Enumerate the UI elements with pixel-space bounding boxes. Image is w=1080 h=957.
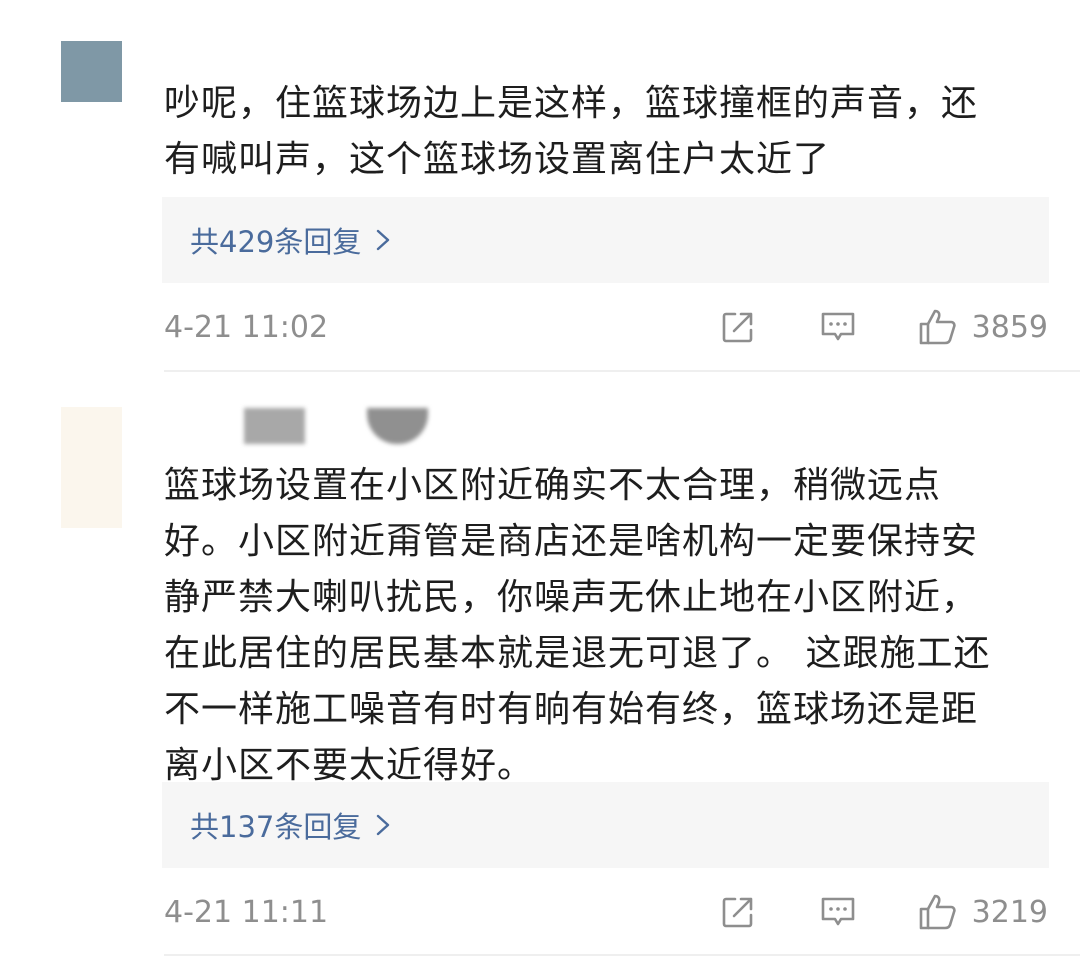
comment-icon[interactable] <box>818 894 858 930</box>
divider <box>164 954 1080 956</box>
like-icon[interactable] <box>916 892 960 932</box>
avatar[interactable] <box>61 407 122 528</box>
view-replies-button[interactable]: 共137条回复 <box>162 782 1049 868</box>
replies-count-label: 共137条回复 <box>190 810 362 844</box>
share-icon[interactable] <box>718 894 758 930</box>
timestamp: 4-21 11:11 <box>164 894 329 930</box>
comment-meta-row: 4-21 11:11 3219 <box>164 887 1048 937</box>
comment-item: 篮球场设置在小区附近确实不太合理，稍微远点 好。小区附近甭管是商店还是啥机构一定… <box>0 0 1080 957</box>
chevron-right-icon <box>375 813 391 837</box>
username-blurred[interactable] <box>244 408 305 444</box>
user-badge-blurred <box>367 408 428 444</box>
like-count: 3219 <box>971 894 1048 930</box>
comment-text: 篮球场设置在小区附近确实不太合理，稍微远点 好。小区附近甭管是商店还是啥机构一定… <box>164 465 991 786</box>
comment-actions: 3219 <box>718 892 1048 932</box>
